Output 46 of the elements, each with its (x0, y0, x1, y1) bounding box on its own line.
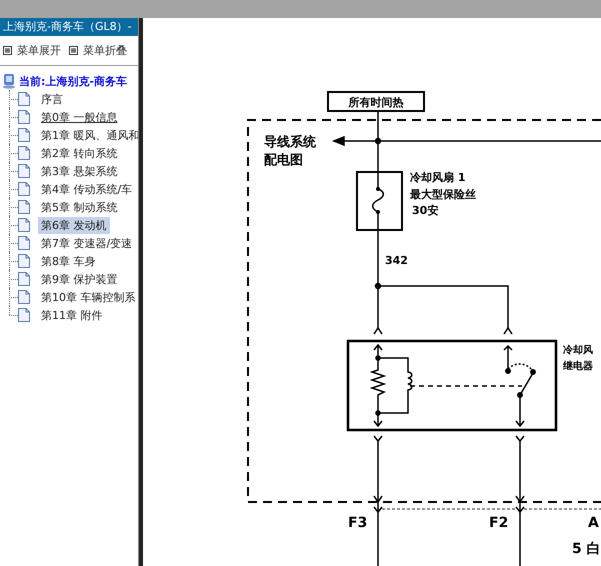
document-icon (18, 200, 30, 214)
wiring-reference-label: 配电图 (264, 153, 303, 168)
document-icon (18, 92, 30, 106)
wire-number: 342 (385, 254, 408, 267)
fuse-label: 最大型保险丝 (410, 188, 476, 201)
list-icon (69, 46, 78, 54)
fuse-label: 冷却风扇 1 (410, 171, 466, 184)
tree-item[interactable]: 第10章 车辆控制系 (38, 288, 138, 306)
tree-item[interactable]: 第4章 传动系统/车 (38, 180, 136, 198)
menu-toggle-button[interactable]: 菜单展开 (3, 41, 61, 59)
tree-item[interactable]: 序言 (38, 90, 66, 108)
document-icon (18, 164, 30, 178)
tree-item[interactable]: 第3章 悬架系统 (38, 162, 120, 180)
connector-label: A (588, 515, 599, 531)
document-icon (18, 146, 30, 160)
tree-item[interactable]: 第8章 车身 (38, 252, 98, 270)
tree-item[interactable]: 第11章 附件 (38, 306, 106, 324)
tree-item[interactable]: 第2章 转向系统 (38, 144, 120, 162)
tree-item[interactable]: 第5章 制动系统 (38, 198, 120, 216)
document-icon (18, 290, 30, 304)
document-icon (18, 254, 30, 268)
connector-label: F3 (348, 515, 368, 531)
tree-root-label[interactable]: 当前:上海别克-商务车 (19, 74, 127, 88)
tree-item[interactable]: 第6章 发动机 (38, 216, 110, 234)
tree-item[interactable]: 第7章 变速器/变速 (38, 234, 136, 252)
document-icon (18, 218, 30, 232)
wiring-reference-label: 导线系统 (264, 135, 316, 150)
window-title: 上海别克-商务车（GL8）- (0, 18, 138, 36)
document-icon (18, 272, 30, 286)
computer-icon (2, 73, 16, 89)
tree-item[interactable]: 第9章 保护装置 (38, 270, 120, 288)
document-icon (18, 110, 30, 124)
document-icon (18, 236, 30, 250)
document-icon (18, 182, 30, 196)
relay-label: 冷却风 (563, 345, 593, 356)
connector-label: F2 (489, 515, 508, 531)
fuse-label: 30安 (412, 204, 438, 217)
power-source-label: 所有时间热 (348, 96, 404, 109)
list-icon (3, 46, 12, 54)
fuse-drawing (356, 171, 403, 231)
tree-item[interactable]: 第0章 一般信息 (38, 108, 120, 126)
menu-toggle-button[interactable]: 菜单折叠 (69, 41, 127, 59)
relay-label: 继电器 (563, 361, 593, 372)
document-icon (18, 128, 30, 142)
document-icon (18, 308, 30, 322)
wire-color-label: 5 白 (572, 541, 601, 557)
